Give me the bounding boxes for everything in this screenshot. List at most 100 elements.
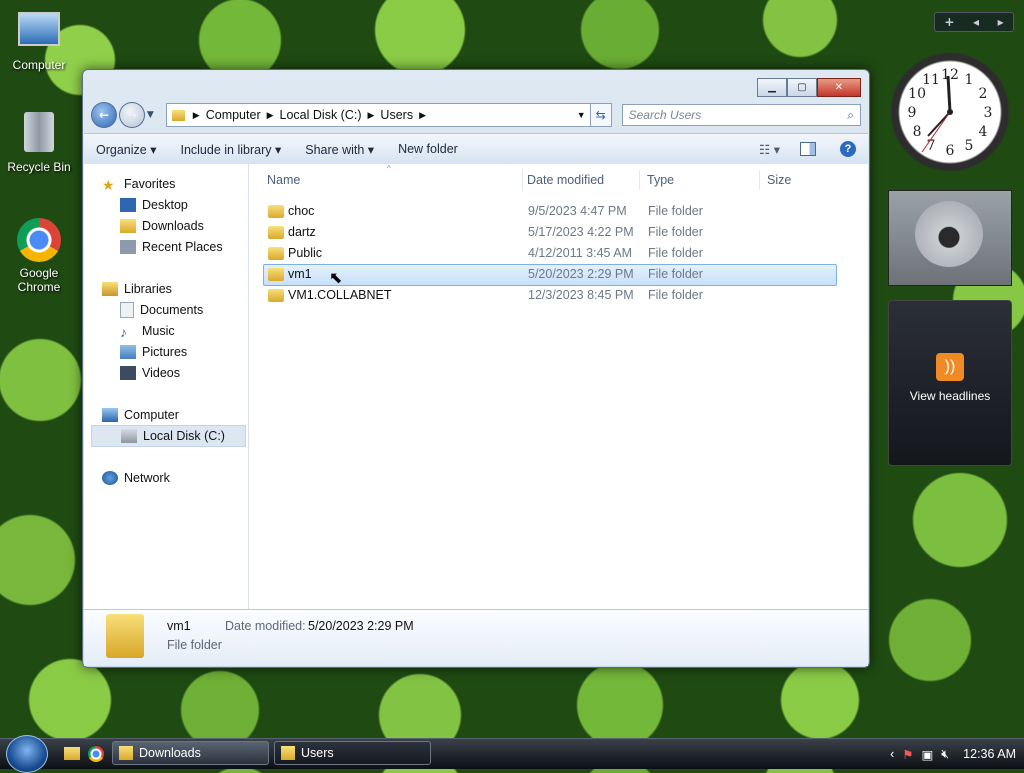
file-row-dartz[interactable]: dartz 5/17/2023 4:22 PM File folder xyxy=(264,223,836,243)
recent-places-icon xyxy=(120,240,136,254)
file-name: choc xyxy=(288,204,315,218)
feed-headlines-gadget[interactable]: )) View headlines xyxy=(888,300,1012,466)
breadcrumb-users[interactable]: Users xyxy=(380,108,413,122)
column-header-size[interactable]: Size xyxy=(767,170,837,190)
clock-hour-hand xyxy=(927,111,951,137)
documents-icon xyxy=(120,302,134,318)
new-folder-button[interactable]: New folder xyxy=(386,142,470,156)
breadcrumb-separator-icon[interactable]: ▶ xyxy=(419,110,426,121)
nav-music[interactable]: ♪ Music xyxy=(120,321,248,341)
nav-desktop[interactable]: Desktop xyxy=(120,195,248,215)
nav-pictures[interactable]: Pictures xyxy=(120,342,248,362)
file-row-vm1-collabnet[interactable]: VM1.COLLABNET 12/3/2023 8:45 PM File fol… xyxy=(264,286,836,306)
chrome-quicklaunch-icon[interactable] xyxy=(88,746,104,762)
recent-pages-dropdown-icon[interactable]: ▼ xyxy=(147,110,154,120)
task-label: Downloads xyxy=(139,746,201,760)
file-date: 4/12/2011 3:45 AM xyxy=(528,246,633,260)
address-dropdown-icon[interactable]: ▼ xyxy=(577,110,586,120)
start-button[interactable] xyxy=(6,735,48,773)
details-type: File folder xyxy=(167,638,222,652)
clock-number: 10 xyxy=(908,86,926,102)
file-list: Name Date modified Type Size ^ choc 9/5/… xyxy=(249,164,868,609)
organize-menu[interactable]: Organize ▾ xyxy=(84,142,168,157)
clock-gadget[interactable]: 12 1 2 3 4 5 6 7 8 9 10 11 xyxy=(890,52,1010,172)
nav-local-disk[interactable]: Local Disk (C:) xyxy=(91,425,246,447)
add-gadget-button[interactable]: + xyxy=(944,15,954,29)
desktop-icon-google-chrome[interactable]: Google Chrome xyxy=(1,218,77,294)
clock-face: 12 12 3 45678 9 1011 xyxy=(908,67,993,159)
clock-number: 12 xyxy=(941,67,959,83)
clock-number: 1 xyxy=(965,72,974,88)
notification-area: ‹ ⚑ ▣ 🔇︎ 12:36 AM xyxy=(890,739,1016,769)
include-in-library-menu[interactable]: Include in library ▾ xyxy=(168,142,293,157)
forward-button[interactable]: → xyxy=(118,102,145,128)
search-placeholder: Search Users xyxy=(628,108,702,122)
file-name: dartz xyxy=(288,225,316,239)
nav-libraries[interactable]: Libraries xyxy=(102,279,248,299)
file-row-choc[interactable]: choc 9/5/2023 4:47 PM File folder xyxy=(264,202,836,222)
sidebar-controls: + ◂ ▸ xyxy=(934,12,1014,32)
column-header-type[interactable]: Type xyxy=(647,170,760,190)
action-center-flag-icon[interactable]: ⚑ xyxy=(902,747,913,762)
nav-favorites[interactable]: ★ Favorites xyxy=(102,174,248,194)
previous-icon[interactable]: ◂ xyxy=(973,15,979,29)
window-controls: ▁ ▢ ✕ xyxy=(757,78,861,97)
windows-explorer-quicklaunch-icon[interactable] xyxy=(64,747,80,760)
address-bar[interactable]: ▶ Computer ▶ Local Disk (C:) ▶ Users ▶ ▼ xyxy=(165,103,591,127)
clock-number: 8 xyxy=(913,124,922,140)
clock-number: 5 xyxy=(965,138,974,154)
search-icon[interactable]: ⌕ xyxy=(847,108,854,123)
system-clock[interactable]: 12:36 AM xyxy=(963,747,1016,761)
nav-recent-places[interactable]: Recent Places xyxy=(120,237,248,257)
command-bar: Organize ▾ Include in library ▾ Share wi… xyxy=(84,133,868,165)
preview-pane-icon[interactable] xyxy=(800,142,816,156)
maximize-button[interactable]: ▢ xyxy=(787,78,817,97)
file-row-vm1[interactable]: vm1 5/20/2023 2:29 PM File folder xyxy=(263,264,837,286)
downloads-icon xyxy=(120,219,136,233)
slideshow-gadget[interactable] xyxy=(888,190,1012,286)
nav-documents[interactable]: Documents xyxy=(120,300,248,320)
help-icon[interactable]: ? xyxy=(840,141,856,157)
desktop-icon-computer[interactable]: Computer xyxy=(1,8,77,72)
folder-icon xyxy=(268,205,284,218)
desktop-icon-recycle-bin[interactable]: Recycle Bin xyxy=(1,112,77,174)
task-button-downloads[interactable]: Downloads xyxy=(112,741,269,765)
back-button[interactable]: ← xyxy=(91,102,117,128)
refresh-button[interactable]: ⇆ xyxy=(590,103,612,127)
task-button-users[interactable]: Users xyxy=(274,741,431,765)
file-date: 5/20/2023 2:29 PM xyxy=(528,267,634,281)
breadcrumb-separator-icon[interactable]: ▶ xyxy=(267,110,274,121)
close-button[interactable]: ✕ xyxy=(817,78,861,97)
share-with-menu[interactable]: Share with ▾ xyxy=(293,142,386,157)
libraries-icon xyxy=(102,282,118,296)
next-icon[interactable]: ▸ xyxy=(998,15,1004,29)
column-header-name[interactable]: Name xyxy=(267,170,523,190)
breadcrumb-local-disk[interactable]: Local Disk (C:) xyxy=(280,108,362,122)
nav-computer[interactable]: Computer xyxy=(102,405,248,425)
show-hidden-icons-icon[interactable]: ‹ xyxy=(890,747,894,761)
breadcrumb-separator-icon[interactable]: ▶ xyxy=(193,110,200,121)
breadcrumb-computer[interactable]: Computer xyxy=(206,108,261,122)
file-name: vm1 xyxy=(288,267,312,281)
nav-downloads[interactable]: Downloads xyxy=(120,216,248,236)
nav-videos[interactable]: Videos xyxy=(120,363,248,383)
desktop-icon-label: Recycle Bin xyxy=(7,160,71,174)
view-options-icon[interactable]: ☷ ▾ xyxy=(759,142,780,157)
network-icon[interactable]: ▣ xyxy=(921,747,933,762)
volume-muted-icon[interactable]: 🔇︎ xyxy=(941,747,949,762)
file-date: 12/3/2023 8:45 PM xyxy=(528,288,634,302)
details-name: vm1 xyxy=(167,619,191,633)
file-type: File folder xyxy=(648,267,703,281)
taskbar: Downloads Users ‹ ⚑ ▣ 🔇︎ 12:36 AM xyxy=(0,735,1024,773)
folder-icon xyxy=(106,614,144,658)
breadcrumb-separator-icon[interactable]: ▶ xyxy=(368,110,375,121)
search-input[interactable]: Search Users ⌕ xyxy=(621,104,861,126)
explorer-window: ▁ ▢ ✕ ← → ▼ ▶ Computer ▶ Local Disk (C:)… xyxy=(82,69,870,668)
nav-network[interactable]: Network xyxy=(102,468,248,488)
minimize-button[interactable]: ▁ xyxy=(757,78,787,97)
videos-icon xyxy=(120,366,136,380)
view-headlines-label: View headlines xyxy=(909,389,991,403)
file-name: VM1.COLLABNET xyxy=(288,288,392,302)
file-row-public[interactable]: Public 4/12/2011 3:45 AM File folder xyxy=(264,244,836,264)
column-header-date-modified[interactable]: Date modified xyxy=(527,170,640,190)
